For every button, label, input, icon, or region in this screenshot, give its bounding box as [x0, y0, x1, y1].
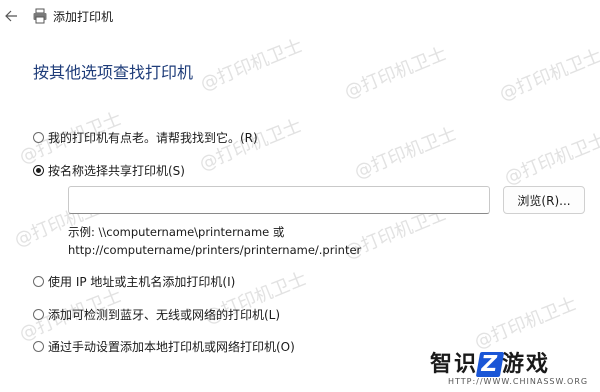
window-title: 添加打印机: [53, 10, 114, 24]
browse-button[interactable]: 浏览(R)...: [503, 186, 585, 214]
option-shared-printer-by-name[interactable]: 按名称选择共享打印机(S): [33, 162, 185, 179]
logo-brand-b: 游戏: [501, 352, 550, 377]
option-label: 按名称选择共享打印机(S): [48, 164, 185, 178]
logo-brand: 智识Z游戏: [430, 346, 550, 378]
printer-name-input[interactable]: [68, 186, 490, 214]
watermark: @打印机卫士: [351, 123, 460, 184]
watermark: @打印机卫士: [197, 35, 306, 96]
option-label: 我的打印机有点老。请帮我找到它。(R): [48, 131, 258, 145]
option-bluetooth-wireless[interactable]: 添加可检测到蓝牙、无线或网络的打印机(L): [33, 306, 280, 323]
option-manual-local[interactable]: 通过手动设置添加本地打印机或网络打印机(O): [33, 338, 295, 355]
radio-button[interactable]: [33, 132, 44, 143]
radio-button[interactable]: [33, 341, 44, 352]
radio-button[interactable]: [33, 309, 44, 320]
logo-z-icon: Z: [475, 352, 505, 377]
watermark: @打印机卫士: [341, 43, 450, 104]
option-label: 添加可检测到蓝牙、无线或网络的打印机(L): [48, 308, 281, 322]
logo-brand-a: 智识: [430, 352, 479, 377]
option-old-printer[interactable]: 我的打印机有点老。请帮我找到它。(R): [33, 129, 258, 146]
arrow-left-icon: [5, 10, 17, 22]
back-button[interactable]: [2, 7, 20, 25]
example-text: 示例: \\computername\printername 或 http://…: [68, 223, 361, 259]
title-bar: 添加打印机: [0, 0, 600, 32]
page-heading: 按其他选项查找打印机: [33, 63, 194, 82]
watermark: @打印机卫士: [496, 45, 600, 106]
radio-button[interactable]: [33, 276, 44, 287]
watermark: @打印机卫士: [501, 129, 600, 190]
option-label: 使用 IP 地址或主机名添加打印机(I): [48, 275, 236, 289]
radio-button-checked[interactable]: [33, 165, 44, 176]
example-line-2: http://computername/printers/printername…: [68, 243, 362, 257]
option-ip-address[interactable]: 使用 IP 地址或主机名添加打印机(I): [33, 273, 235, 290]
example-line-1: 示例: \\computername\printername 或: [68, 225, 285, 239]
site-logo: 智识Z游戏 HTTP://WWW.CHINASSW.ORG: [430, 344, 595, 390]
option-label: 通过手动设置添加本地打印机或网络打印机(O): [48, 340, 295, 354]
printer-icon: [33, 8, 47, 24]
logo-url: HTTP://WWW.CHINASSW.ORG: [448, 377, 589, 386]
